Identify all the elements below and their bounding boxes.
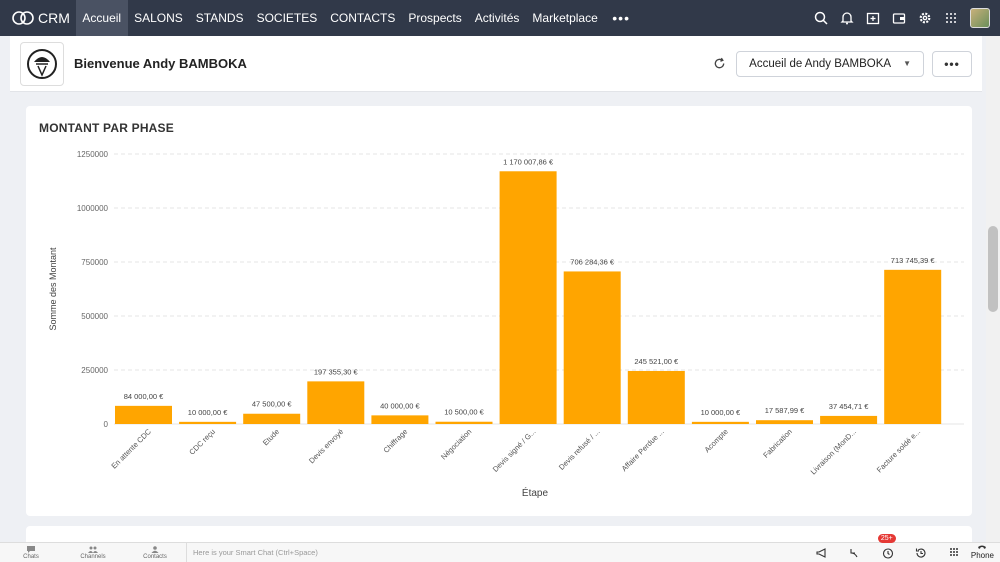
bar-data-label: 1 170 007,86 €	[503, 157, 554, 166]
dashboard-header: Bienvenue Andy BAMBOKA Accueil de Andy B…	[10, 36, 982, 92]
bar	[691, 421, 749, 424]
y-tick-label: 250000	[81, 366, 108, 375]
x-tick-label: Fabrication	[761, 427, 794, 460]
dashboard-selector-value: Accueil de Andy BAMBOKA	[749, 57, 892, 70]
apps-grid-icon[interactable]	[938, 0, 964, 36]
bottom-contacts-label: Contacts	[143, 553, 167, 560]
x-tick-label: Devis signé / G...	[491, 427, 538, 474]
smart-chat-input[interactable]: Here is your Smart Chat (Ctrl+Space)	[186, 542, 786, 562]
y-axis-label: Somme des Montant	[48, 247, 58, 331]
bar	[115, 405, 172, 424]
bar	[307, 381, 365, 424]
bar	[435, 421, 493, 424]
user-avatar[interactable]	[970, 8, 990, 28]
top-navbar: CRM Accueil SALONS STANDS SOCIETES CONTA…	[0, 0, 1000, 36]
bar-data-label: 713 745,39 €	[891, 256, 936, 265]
dialpad-icon[interactable]	[938, 543, 971, 562]
nav-more-button[interactable]: •••	[604, 10, 638, 26]
x-tick-label: Négociation	[439, 427, 473, 461]
bottom-contacts[interactable]: Contacts	[124, 543, 186, 562]
chart-card: MONTANT PAR PHASE 0 250000 500000 750000 100…	[26, 106, 972, 516]
x-axis-label: Étape	[522, 486, 549, 499]
chat-icon	[27, 545, 35, 553]
crm-brand[interactable]: CRM	[0, 0, 76, 36]
caret-down-icon: ▼	[903, 59, 911, 68]
dashboard-selector-dropdown[interactable]: Accueil de Andy BAMBOKA ▼	[736, 50, 924, 77]
bar	[627, 370, 685, 424]
bar-data-label: 47 500,00 €	[252, 400, 292, 409]
bell-icon[interactable]	[834, 0, 860, 36]
gear-icon[interactable]	[912, 0, 938, 36]
phone-button[interactable]: Phone	[971, 545, 994, 560]
bar	[371, 415, 429, 424]
bottom-channels[interactable]: Channels	[62, 543, 124, 562]
app-name: CRM	[38, 10, 70, 26]
phone-label: Phone	[970, 551, 994, 560]
bar-data-label: 17 587,99 €	[765, 406, 805, 415]
x-tick-label: Livraison (MonD...	[809, 427, 858, 476]
megaphone-icon[interactable]	[806, 543, 839, 562]
nav-item-stands[interactable]: STANDS	[189, 0, 250, 36]
nav-item-societes[interactable]: SOCIETES	[250, 0, 324, 36]
x-tick-label: Affaire Perdue ...	[620, 427, 666, 473]
bottom-channels-label: Channels	[80, 553, 106, 560]
y-tick-label: 500000	[81, 312, 108, 321]
recent-icon[interactable]	[905, 543, 938, 562]
bar-data-label: 10 500,00 €	[444, 408, 484, 417]
smart-chat-placeholder: Here is your Smart Chat (Ctrl+Space)	[193, 548, 318, 557]
y-tick-label: 1250000	[77, 150, 109, 159]
x-tick-label: CDC reçu	[187, 427, 217, 457]
x-tick-label: Acompte	[703, 427, 730, 454]
scrollbar-thumb[interactable]	[988, 226, 998, 312]
x-tick-label: Facture soldé e...	[875, 427, 922, 474]
bottom-chats[interactable]: Chats	[0, 543, 62, 562]
bar-data-label: 40 000,00 €	[380, 401, 420, 410]
bottom-chats-label: Chats	[23, 553, 39, 560]
nav-item-accueil[interactable]: Accueil	[75, 0, 128, 36]
bar	[499, 171, 557, 424]
bar	[820, 415, 878, 424]
bar-data-label: 10 000,00 €	[188, 408, 228, 417]
bar-chart: 0 250000 500000 750000 1000000 1250000 Somme d…	[48, 150, 964, 499]
x-tick-label: Chiffrage	[382, 427, 410, 455]
bar-data-label: 84 000,00 €	[124, 392, 164, 401]
x-tick-label: Etude	[261, 427, 281, 447]
company-logo-icon	[27, 48, 57, 79]
bar	[179, 421, 237, 424]
refresh-icon[interactable]	[708, 53, 730, 75]
alarm-clock-icon[interactable]: 25+	[872, 533, 905, 562]
welcome-title: Bienvenue Andy BAMBOKA	[74, 56, 247, 71]
history-arrow-icon[interactable]	[839, 543, 872, 562]
bar	[756, 420, 813, 424]
contacts-icon	[151, 545, 159, 553]
nav-item-contacts[interactable]: CONTACTS	[324, 0, 402, 36]
bottom-bar: Chats Channels Contacts Here is your Sma…	[0, 533, 1000, 562]
y-tick-label: 750000	[81, 258, 108, 267]
nav-item-marketplace[interactable]: Marketplace	[526, 0, 604, 36]
header-more-button[interactable]: •••	[932, 50, 972, 77]
x-tick-label: Devis envoyé	[307, 427, 345, 465]
y-tick-label: 1000000	[77, 204, 109, 213]
company-logo	[20, 41, 64, 86]
bar	[884, 269, 942, 424]
search-icon[interactable]	[808, 0, 834, 36]
bar	[563, 271, 621, 424]
wallet-icon[interactable]	[886, 0, 912, 36]
nav-item-activites[interactable]: Activités	[468, 0, 526, 36]
add-calendar-icon[interactable]	[860, 0, 886, 36]
bar-data-label: 10 000,00 €	[701, 408, 741, 417]
x-tick-label: Devis refusé / ...	[557, 427, 602, 472]
crm-logo-icon	[12, 11, 34, 25]
bar-data-label: 706 284,36 €	[570, 257, 615, 266]
nav-item-prospects[interactable]: Prospects	[402, 0, 468, 36]
bar-data-label: 245 521,00 €	[634, 357, 679, 366]
bar-data-label: 37 454,71 €	[829, 402, 869, 411]
y-tick-label: 0	[104, 420, 109, 429]
channels-icon	[88, 546, 98, 553]
bar-data-label: 197 355,30 €	[314, 367, 359, 376]
x-tick-label: En attente CDC	[109, 427, 153, 471]
bar	[243, 413, 301, 424]
nav-item-salons[interactable]: SALONS	[128, 0, 190, 36]
notification-badge: 25+	[877, 533, 896, 543]
